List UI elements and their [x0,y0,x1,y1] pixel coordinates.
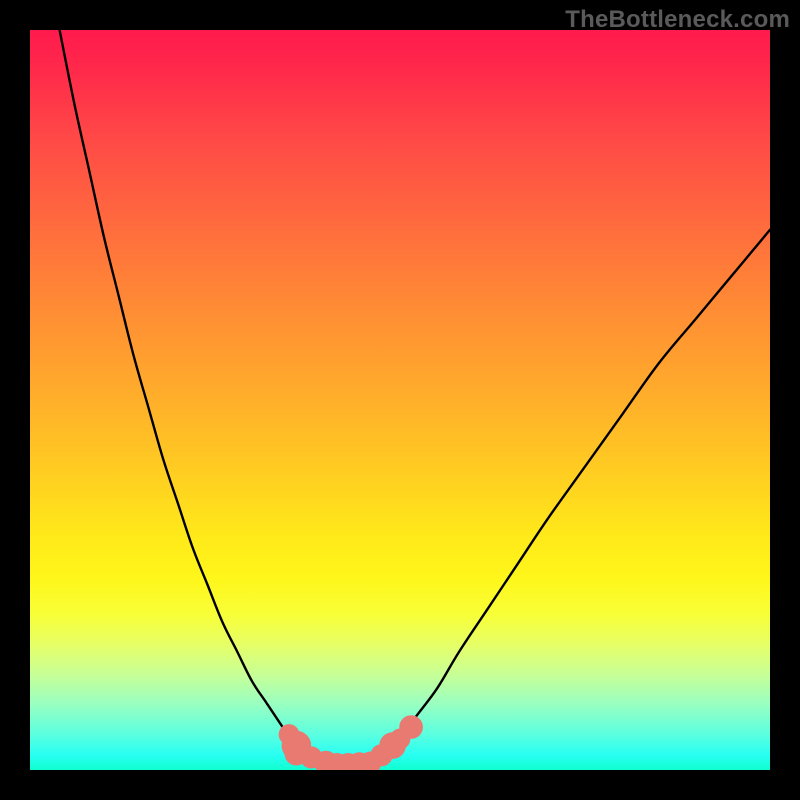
plot-area [30,30,770,770]
curve-layer [60,30,770,765]
chart-svg [30,30,770,770]
curve-left-curve [60,30,326,763]
marker-layer [279,715,423,770]
watermark-text: TheBottleneck.com [565,6,790,34]
data-marker [399,715,423,739]
curve-right-curve [378,230,770,761]
chart-frame: TheBottleneck.com [0,0,800,800]
